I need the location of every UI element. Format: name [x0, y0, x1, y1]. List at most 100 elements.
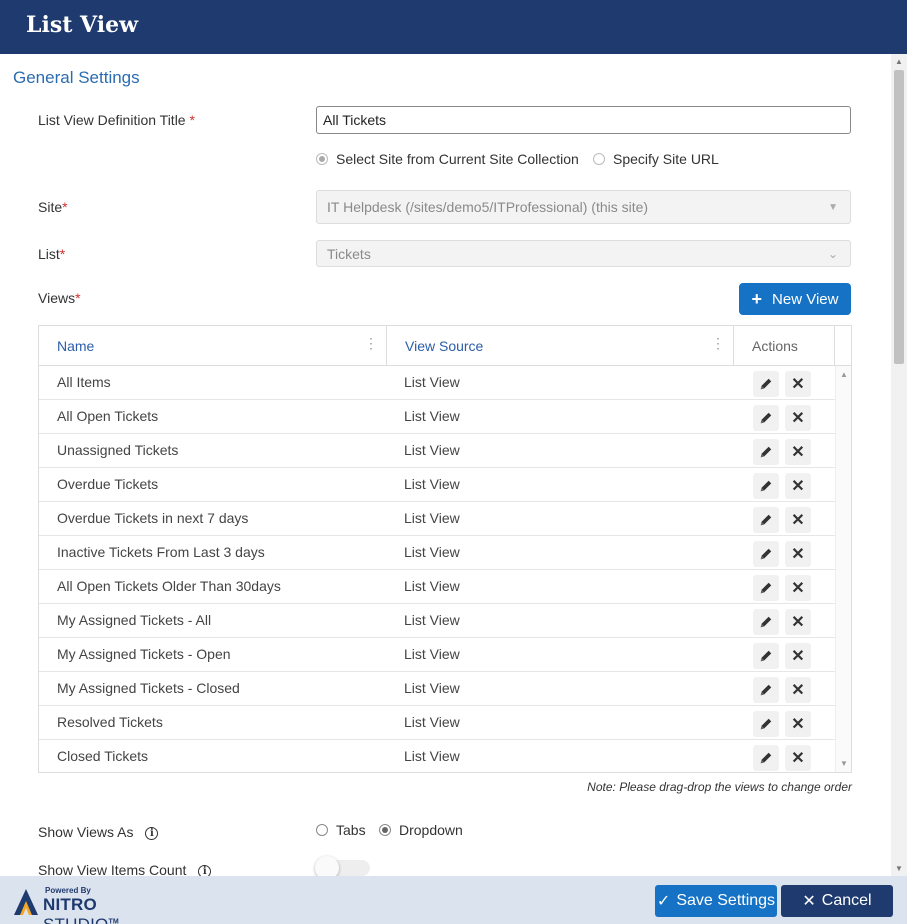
pencil-icon[interactable]: [753, 677, 779, 703]
table-row[interactable]: Closed Tickets List View ✕: [39, 740, 835, 772]
view-name: All Open Tickets: [57, 408, 159, 424]
info-icon[interactable]: i: [145, 826, 159, 840]
view-name: All Items: [57, 374, 111, 390]
column-menu-icon[interactable]: ⋮: [364, 336, 378, 350]
show-views-as-dropdown[interactable]: Dropdown: [379, 822, 463, 838]
column-header-view-source[interactable]: View Source: [405, 326, 483, 365]
column-menu-icon[interactable]: ⋮: [711, 336, 725, 350]
column-separator[interactable]: [733, 326, 734, 365]
views-label: Views*: [38, 290, 81, 306]
brand-tm: TM: [108, 918, 119, 924]
toggle-knob[interactable]: [315, 856, 339, 876]
site-option-current-radio[interactable]: [316, 153, 328, 165]
view-name: Closed Tickets: [57, 748, 149, 764]
view-name: Inactive Tickets From Last 3 days: [57, 544, 265, 560]
scrollbar-thumb[interactable]: [894, 70, 904, 364]
view-source: List View: [404, 374, 460, 390]
show-views-as-label: Show Views As i: [38, 824, 159, 840]
table-row[interactable]: My Assigned Tickets - Closed List View ✕: [39, 672, 835, 706]
table-row[interactable]: Overdue Tickets in next 7 days List View ✕: [39, 502, 835, 536]
list-select-value: Tickets: [327, 245, 371, 262]
pencil-icon[interactable]: [753, 643, 779, 669]
close-icon[interactable]: ✕: [785, 643, 811, 669]
column-header-actions: Actions: [752, 337, 798, 354]
close-icon[interactable]: ✕: [785, 745, 811, 771]
close-icon[interactable]: ✕: [785, 439, 811, 465]
close-icon[interactable]: ✕: [785, 507, 811, 533]
pencil-icon[interactable]: [753, 371, 779, 397]
show-views-as-label-text: Show Views As: [38, 824, 134, 840]
table-row[interactable]: All Open Tickets Older Than 30days List V…: [39, 570, 835, 604]
table-row[interactable]: Unassigned Tickets List View ✕: [39, 434, 835, 468]
pencil-icon[interactable]: [753, 507, 779, 533]
close-icon[interactable]: ✕: [785, 609, 811, 635]
title-input[interactable]: [316, 106, 851, 134]
new-view-button[interactable]: + New View: [739, 283, 851, 315]
scroll-up-icon[interactable]: ▲: [895, 57, 903, 66]
tabs-radio[interactable]: [316, 824, 328, 836]
column-separator[interactable]: [386, 326, 387, 365]
show-count-toggle[interactable]: [315, 856, 370, 876]
window-title: List View: [26, 12, 139, 38]
chevron-down-icon: ⌄: [827, 246, 838, 261]
table-row[interactable]: My Assigned Tickets - Open List View ✕: [39, 638, 835, 672]
view-source: List View: [404, 748, 460, 764]
view-name: Unassigned Tickets: [57, 442, 179, 458]
required-marker: *: [62, 199, 68, 215]
show-views-as-tabs[interactable]: Tabs: [316, 822, 366, 838]
view-source: List View: [404, 510, 460, 526]
pencil-icon[interactable]: [753, 541, 779, 567]
page-scrollbar[interactable]: ▲ ▼: [891, 54, 907, 876]
check-icon: ✓: [656, 893, 671, 910]
dropdown-radio[interactable]: [379, 824, 391, 836]
pencil-icon[interactable]: [753, 575, 779, 601]
grid-body: All Items List View ✕ All Open Tickets List …: [39, 366, 835, 772]
table-row[interactable]: Overdue Tickets List View ✕: [39, 468, 835, 502]
grid-scrollbar[interactable]: ▲ ▼: [835, 366, 851, 772]
table-row[interactable]: Resolved Tickets List View ✕: [39, 706, 835, 740]
plus-icon: +: [751, 288, 763, 309]
table-row[interactable]: Inactive Tickets From Last 3 days List Vi…: [39, 536, 835, 570]
close-icon[interactable]: ✕: [785, 473, 811, 499]
pencil-icon[interactable]: [753, 745, 779, 771]
pencil-icon[interactable]: [753, 439, 779, 465]
close-icon[interactable]: ✕: [785, 405, 811, 431]
dropdown-radio-label: Dropdown: [399, 822, 463, 838]
site-select-value: IT Helpdesk (/sites/demo5/ITProfessional…: [327, 199, 649, 215]
close-icon[interactable]: ✕: [785, 677, 811, 703]
table-row[interactable]: All Items List View ✕: [39, 366, 835, 400]
close-icon[interactable]: ✕: [785, 575, 811, 601]
close-icon[interactable]: ✕: [785, 711, 811, 737]
table-row[interactable]: All Open Tickets List View ✕: [39, 400, 835, 434]
info-icon[interactable]: i: [198, 864, 212, 876]
site-option-current[interactable]: Select Site from Current Site Collection: [316, 151, 579, 167]
site-select[interactable]: IT Helpdesk (/sites/demo5/ITProfessional…: [316, 190, 851, 224]
required-marker: *: [59, 246, 66, 262]
scroll-up-icon[interactable]: ▲: [840, 370, 848, 379]
pencil-icon[interactable]: [753, 609, 779, 635]
views-grid: Name ⋮ View Source ⋮ Actions All Items Li…: [38, 325, 852, 773]
table-row[interactable]: My Assigned Tickets - All List View ✕: [39, 604, 835, 638]
view-source: List View: [404, 544, 460, 560]
site-option-url-radio[interactable]: [593, 153, 605, 165]
pencil-icon[interactable]: [753, 473, 779, 499]
views-label-text: Views: [38, 290, 76, 306]
scroll-down-icon[interactable]: ▼: [895, 864, 903, 873]
list-select[interactable]: Tickets ⌄: [316, 240, 851, 267]
scroll-down-icon[interactable]: ▼: [840, 759, 848, 768]
site-option-url-label: Specify Site URL: [613, 151, 719, 167]
site-option-url[interactable]: Specify Site URL: [593, 151, 719, 167]
nitro-studio-logo: Powered By NITRO STUDIOTM: [12, 885, 172, 924]
grid-header: Name ⋮ View Source ⋮ Actions: [39, 326, 851, 366]
powered-by-text: Powered By: [45, 886, 91, 895]
save-settings-button[interactable]: ✓ Save Settings: [655, 885, 777, 917]
show-count-label: Show View Items Count i: [38, 862, 212, 876]
pencil-icon[interactable]: [753, 711, 779, 737]
column-header-name[interactable]: Name: [57, 326, 94, 365]
pencil-icon[interactable]: [753, 405, 779, 431]
view-name: My Assigned Tickets - Open: [57, 646, 231, 662]
close-icon[interactable]: ✕: [785, 541, 811, 567]
view-source: List View: [404, 442, 460, 458]
cancel-button[interactable]: ✕ Cancel: [781, 885, 893, 917]
close-icon[interactable]: ✕: [785, 371, 811, 397]
